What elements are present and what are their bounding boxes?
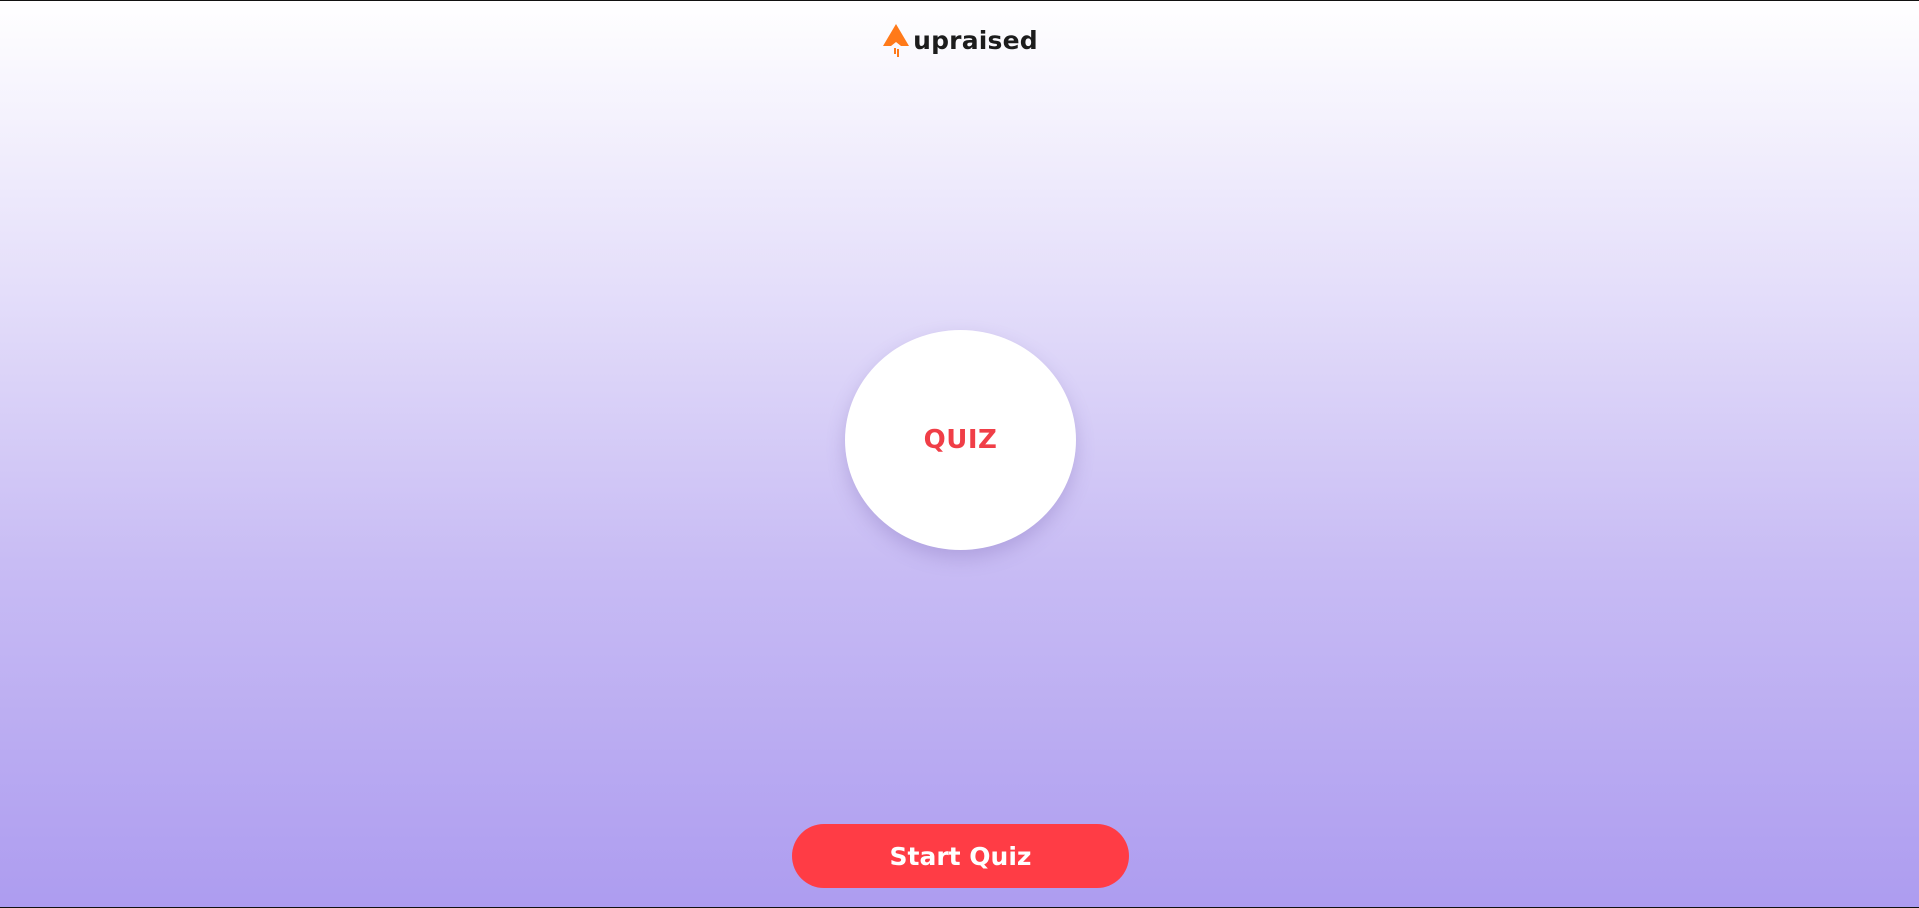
quiz-badge: QUIZ bbox=[845, 330, 1076, 550]
brand-logo[interactable]: upraised bbox=[881, 23, 1038, 57]
header: upraised bbox=[0, 23, 1919, 57]
rocket-arrow-icon bbox=[883, 24, 910, 57]
start-quiz-button[interactable]: Start Quiz bbox=[792, 824, 1129, 888]
quiz-badge-label: QUIZ bbox=[923, 425, 998, 455]
brand-name: upraised bbox=[913, 25, 1038, 55]
